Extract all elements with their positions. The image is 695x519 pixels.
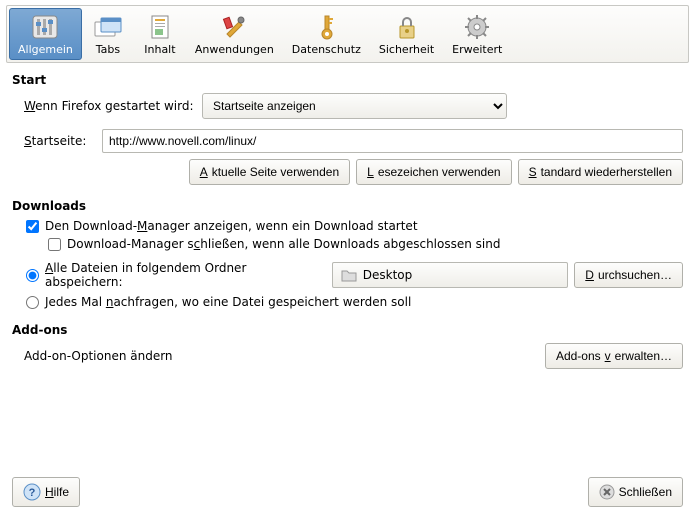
close-download-manager-checkbox[interactable] — [48, 238, 61, 251]
section-title-start: Start — [12, 73, 683, 87]
sliders-icon — [29, 13, 61, 41]
tabs-icon — [92, 13, 124, 41]
use-bookmark-button[interactable]: Lesezeichen verwenden — [356, 159, 511, 185]
section-title-addons: Add-ons — [12, 323, 683, 337]
show-download-manager-label: Den Download-Manager anzeigen, wenn ein … — [45, 219, 418, 233]
tab-security[interactable]: Sicherheit — [370, 8, 443, 60]
key-icon — [310, 13, 342, 41]
tab-label: Anwendungen — [195, 43, 274, 56]
close-download-manager-label: Download-Manager schließen, wenn alle Do… — [67, 237, 500, 251]
save-to-folder-label: Alle Dateien in folgendem Ordner abspeic… — [45, 261, 326, 289]
browse-button[interactable]: Durchsuchen… — [574, 262, 683, 288]
when-firefox-starts-select[interactable]: Startseite anzeigen — [202, 93, 507, 119]
manage-addons-button[interactable]: Add-ons verwalten… — [545, 343, 683, 369]
homepage-input[interactable] — [102, 129, 683, 153]
when-firefox-starts-label: Wenn Firefox gestartet wird: — [24, 99, 196, 113]
tab-general[interactable]: Allgemein — [9, 8, 82, 60]
help-button[interactable]: ? Hilfe — [12, 477, 80, 507]
tab-advanced[interactable]: Erweitert — [443, 8, 511, 60]
help-icon: ? — [23, 483, 41, 501]
always-ask-label: Jedes Mal nachfragen, wo eine Datei gesp… — [45, 295, 411, 309]
document-icon — [144, 13, 176, 41]
svg-text:?: ? — [29, 487, 36, 499]
section-title-downloads: Downloads — [12, 199, 683, 213]
section-start: Start Wenn Firefox gestartet wird: Start… — [12, 73, 683, 185]
show-download-manager-checkbox[interactable] — [26, 220, 39, 233]
tab-label: Allgemein — [18, 43, 73, 56]
download-folder-display[interactable]: Desktop — [332, 262, 569, 288]
folder-icon — [341, 268, 357, 282]
homepage-label: Startseite: — [24, 134, 96, 148]
close-icon — [599, 484, 615, 500]
section-addons: Add-ons Add-on-Optionen ändern Add-ons v… — [12, 323, 683, 369]
tab-label: Datenschutz — [292, 43, 361, 56]
tab-label: Tabs — [96, 43, 120, 56]
tab-tabs[interactable]: Tabs — [82, 8, 134, 60]
tab-label: Sicherheit — [379, 43, 434, 56]
dialog-footer: ? Hilfe Schließen — [12, 477, 683, 507]
preferences-toolbar: Allgemein Tabs Inhalt Anwendungen Datens… — [6, 5, 689, 63]
gear-icon — [461, 13, 493, 41]
restore-default-button[interactable]: Standard wiederherstellen — [518, 159, 683, 185]
lock-icon — [391, 13, 423, 41]
addons-desc: Add-on-Optionen ändern — [24, 349, 173, 363]
use-current-page-button[interactable]: Aktuelle Seite verwenden — [189, 159, 350, 185]
tab-applications[interactable]: Anwendungen — [186, 8, 283, 60]
tools-icon — [218, 13, 250, 41]
tab-content[interactable]: Inhalt — [134, 8, 186, 60]
tab-label: Inhalt — [144, 43, 175, 56]
tab-label: Erweitert — [452, 43, 502, 56]
section-downloads: Downloads Den Download-Manager anzeigen,… — [12, 199, 683, 309]
download-folder-name: Desktop — [363, 268, 413, 282]
save-to-folder-radio[interactable] — [26, 269, 39, 282]
close-button[interactable]: Schließen — [588, 477, 683, 507]
always-ask-radio[interactable] — [26, 296, 39, 309]
tab-privacy[interactable]: Datenschutz — [283, 8, 370, 60]
